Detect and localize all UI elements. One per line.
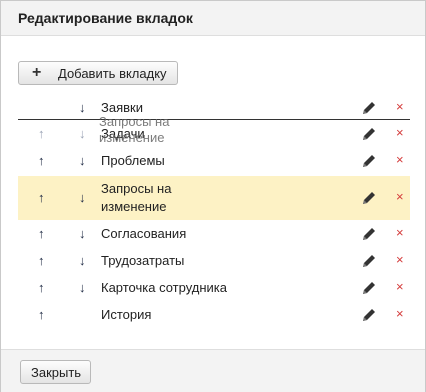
delete-icon[interactable]: × [396,125,404,140]
dialog-footer: Закрыть [1,349,425,392]
pencil-icon[interactable] [361,126,377,142]
move-up-icon[interactable]: ↑ [38,280,45,295]
drag-ghost-label: Запросы на изменение [99,114,170,145]
pencil-icon[interactable] [361,280,377,296]
drop-indicator [18,119,410,120]
dialog-header: Редактирование вкладок [1,1,425,36]
tab-name: Заявки [101,100,143,115]
plus-icon: + [32,64,42,81]
move-down-icon[interactable]: ↓ [79,190,86,205]
delete-icon[interactable]: × [396,189,404,204]
pencil-icon[interactable] [361,190,377,206]
tab-name: Проблемы [101,153,165,168]
tab-name: Запросы на изменение [101,181,172,214]
move-down-icon[interactable]: ↓ [79,226,86,241]
move-up-icon[interactable]: ↑ [38,126,45,141]
tab-name: Карточка сотрудника [101,280,228,295]
move-up-icon[interactable]: ↑ [38,190,45,205]
move-up-icon[interactable]: ↑ [38,153,45,168]
delete-icon[interactable]: × [396,99,404,114]
move-up-icon[interactable]: ↑ [38,307,45,322]
tab-row-problems: ↑ ↓ Проблемы × [18,148,410,174]
dialog-title: Редактирование вкладок [18,10,193,26]
tab-row-tasks: ↑ ↓ Задачи × [18,121,410,147]
tab-row-employee-card: ↑ ↓ Карточка сотрудника × [18,275,410,301]
move-down-icon[interactable]: ↓ [79,126,86,141]
close-button-label: Закрыть [31,365,82,380]
delete-icon[interactable]: × [396,152,404,167]
tab-row-requests: ↓ Заявки × [18,95,410,121]
tab-name: История [101,307,152,322]
close-button[interactable]: Закрыть [20,360,91,384]
move-up-icon[interactable]: ↑ [38,253,45,268]
move-down-icon[interactable]: ↓ [79,153,86,168]
delete-icon[interactable]: × [396,306,404,321]
move-up-icon[interactable]: ↑ [38,226,45,241]
delete-icon[interactable]: × [396,279,404,294]
tab-row-history: ↑ История × [18,302,410,328]
add-tab-button[interactable]: + Добавить вкладку [18,61,178,85]
pencil-icon[interactable] [361,307,377,323]
move-down-icon[interactable]: ↓ [79,100,86,115]
pencil-icon[interactable] [361,226,377,242]
pencil-icon[interactable] [361,253,377,269]
pencil-icon[interactable] [361,153,377,169]
tab-row-labor: ↑ ↓ Трудозатраты × [18,248,410,274]
delete-icon[interactable]: × [396,252,404,267]
tab-row-approvals: ↑ ↓ Согласования × [18,221,410,247]
tab-name: Трудозатраты [101,253,185,268]
tab-name: Согласования [101,226,187,241]
pencil-icon[interactable] [361,100,377,116]
delete-icon[interactable]: × [396,225,404,240]
edit-tabs-dialog: Редактирование вкладок + Добавить вкладк… [0,0,426,392]
move-down-icon[interactable]: ↓ [79,253,86,268]
add-tab-button-label: Добавить вкладку [58,66,167,81]
tab-row-change-requests: ↑ ↓ Запросы на изменение × [18,176,410,220]
move-down-icon[interactable]: ↓ [79,280,86,295]
